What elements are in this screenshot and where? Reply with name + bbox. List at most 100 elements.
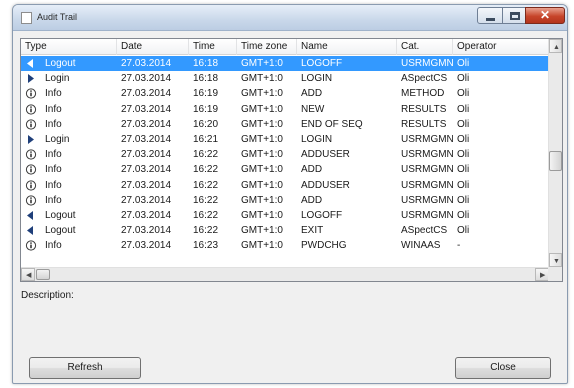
table-row[interactable]: Info 27.03.2014 16:20 GMT+1:0 END OF SEQ RESU… [21, 117, 549, 132]
cell-category: ASpectCS [401, 225, 448, 237]
cell-date: 27.03.2014 [121, 240, 172, 252]
table-row[interactable]: Login 27.03.2014 16:21 GMT+1:0 LOGIN USRMGMN O… [21, 132, 549, 147]
window-close-button[interactable]: ✕ [525, 7, 565, 24]
table-row[interactable]: Info 27.03.2014 16:19 GMT+1:0 NEW RESULTS Oli [21, 102, 549, 117]
cell-operator: Oli [457, 58, 470, 69]
column-header-name[interactable]: Name [297, 39, 397, 55]
table-row[interactable]: Info 27.03.2014 16:22 GMT+1:0 ADD USRMGMN Oli [21, 193, 549, 208]
cell-operator: Oli [457, 88, 470, 100]
vertical-scroll-thumb[interactable] [549, 151, 562, 171]
cell-operator: Oli [457, 103, 470, 115]
scroll-down-button[interactable]: ▼ [549, 253, 562, 267]
table-row[interactable]: Logout 27.03.2014 16:22 GMT+1:0 EXIT ASpectCS… [21, 223, 549, 238]
scroll-up-button[interactable]: ▲ [549, 39, 562, 53]
cell-category: USRMGMN [401, 58, 453, 69]
cell-category: ASpectCS [401, 73, 448, 85]
cell-time: 16:23 [193, 240, 219, 252]
cell-category: USRMGMN [401, 149, 453, 161]
cell-type: Logout [45, 209, 76, 221]
close-button[interactable]: Close [455, 357, 551, 379]
login-icon [25, 73, 37, 84]
vertical-scrollbar[interactable]: ▲ ▼ [548, 39, 562, 267]
cell-time: 16:22 [193, 164, 219, 176]
cell-date: 27.03.2014 [121, 73, 172, 85]
cell-date: 27.03.2014 [121, 179, 172, 191]
refresh-button[interactable]: Refresh [29, 357, 141, 379]
cell-type: Info [45, 88, 62, 100]
cell-type: Info [45, 118, 62, 130]
cell-operator: Oli [457, 133, 470, 145]
cell-name: ADDUSER [301, 149, 350, 161]
cell-type: Info [45, 103, 62, 115]
cell-type: Info [45, 179, 62, 191]
cell-operator: Oli [457, 164, 470, 176]
cell-type: Info [45, 149, 62, 161]
cell-type: Info [45, 240, 62, 252]
maximize-button[interactable] [502, 7, 526, 24]
table-row[interactable]: Info 27.03.2014 16:22 GMT+1:0 ADDUSER USRMGMN… [21, 147, 549, 162]
table-row[interactable]: Info 27.03.2014 16:19 GMT+1:0 ADD METHOD Oli [21, 86, 549, 101]
table-row[interactable]: Login 27.03.2014 16:18 GMT+1:0 LOGIN ASpectCS… [21, 71, 549, 86]
table-row[interactable]: Info 27.03.2014 16:23 GMT+1:0 PWDCHG WINAAS - [21, 238, 549, 253]
cell-date: 27.03.2014 [121, 133, 172, 145]
scrollbar-corner [548, 267, 562, 281]
cell-category: USRMGMN [401, 194, 453, 206]
cell-name: EXIT [301, 225, 324, 237]
horizontal-scrollbar[interactable]: ◀ ▶ [21, 267, 549, 281]
cell-time: 16:22 [193, 225, 219, 237]
description-label: Description: [21, 290, 74, 301]
table-row[interactable]: Info 27.03.2014 16:22 GMT+1:0 ADDUSER USRMGMN… [21, 178, 549, 193]
info-icon [25, 164, 37, 175]
cell-time: 16:22 [193, 209, 219, 221]
table-row[interactable]: Logout 27.03.2014 16:18 GMT+1:0 LOGOFF USRMGM… [21, 56, 549, 72]
minimize-icon [486, 18, 495, 21]
cell-time: 16:22 [193, 194, 219, 206]
cell-time: 16:22 [193, 179, 219, 191]
cell-operator: - [457, 240, 461, 252]
description-text [20, 303, 563, 349]
cell-operator: Oli [457, 225, 470, 237]
cell-name: ADD [301, 194, 323, 206]
cell-time: 16:21 [193, 133, 219, 145]
column-header-operator[interactable]: Operator [453, 39, 549, 55]
column-header-timezone[interactable]: Time zone [237, 39, 297, 55]
audit-list[interactable]: Type Date Time Time zone Name Cat. Opera… [20, 38, 563, 282]
minimize-button[interactable] [477, 7, 503, 24]
title-bar[interactable]: Audit Trail ✕ [13, 5, 567, 31]
cell-operator: Oli [457, 179, 470, 191]
column-header-category[interactable]: Cat. [397, 39, 453, 55]
cell-date: 27.03.2014 [121, 103, 172, 115]
login-icon [25, 134, 37, 145]
close-icon: ✕ [539, 8, 551, 22]
logout-icon [25, 210, 37, 221]
info-icon [25, 195, 37, 206]
cell-timezone: GMT+1:0 [241, 103, 283, 115]
cell-timezone: GMT+1:0 [241, 164, 283, 176]
info-icon [25, 103, 37, 115]
cell-operator: Oli [457, 73, 470, 85]
scroll-right-button[interactable]: ▶ [535, 268, 549, 281]
cell-timezone: GMT+1:0 [241, 58, 283, 69]
cell-name: LOGIN [301, 73, 333, 85]
column-header-type[interactable]: Type [21, 39, 117, 55]
cell-type: Info [45, 164, 62, 176]
cell-timezone: GMT+1:0 [241, 149, 283, 161]
arrow-right-icon: ▶ [540, 272, 546, 279]
cell-time: 16:19 [193, 103, 219, 115]
column-header-time[interactable]: Time [189, 39, 237, 55]
info-icon [25, 88, 37, 99]
column-header-date[interactable]: Date [117, 39, 189, 55]
horizontal-scroll-thumb[interactable] [36, 269, 50, 280]
table-row[interactable]: Info 27.03.2014 16:22 GMT+1:0 ADD USRMGMN Oli [21, 162, 549, 177]
cell-date: 27.03.2014 [121, 88, 172, 100]
cell-timezone: GMT+1:0 [241, 73, 283, 85]
cell-category: WINAAS [401, 240, 441, 252]
cell-name: ADD [301, 88, 323, 100]
table-row[interactable]: Logout 27.03.2014 16:22 GMT+1:0 LOGOFF USRMGM… [21, 208, 549, 223]
cell-time: 16:22 [193, 149, 219, 161]
info-icon [25, 179, 37, 191]
maximize-icon [510, 12, 520, 20]
scroll-left-button[interactable]: ◀ [21, 268, 35, 281]
cell-date: 27.03.2014 [121, 194, 172, 206]
cell-date: 27.03.2014 [121, 209, 172, 221]
